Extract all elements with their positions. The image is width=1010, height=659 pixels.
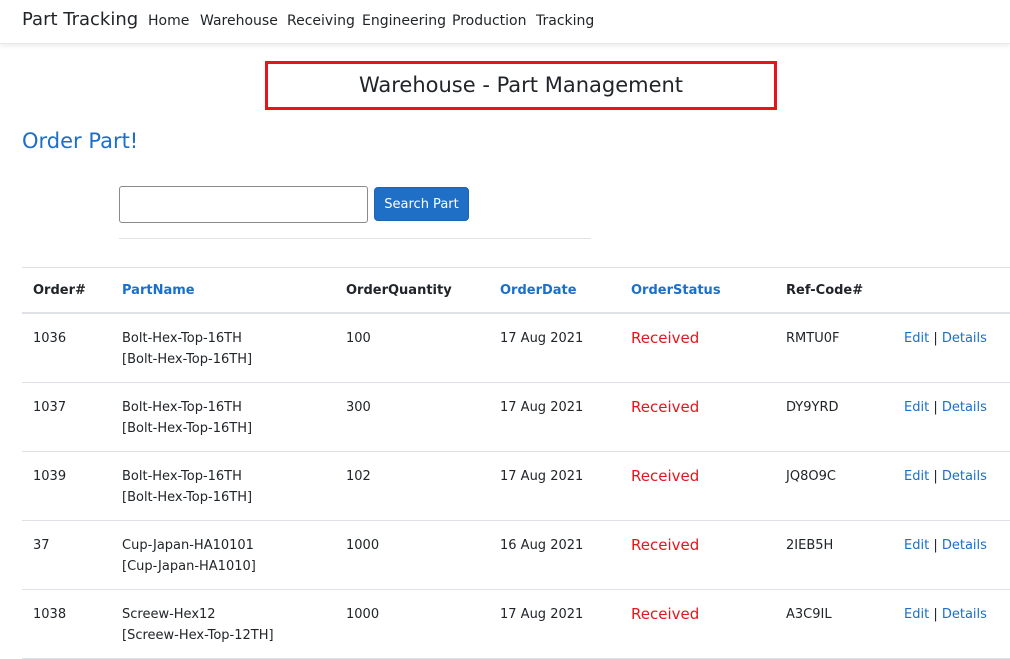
cell-order-date: 17 Aug 2021 <box>489 451 620 521</box>
details-link[interactable]: Details <box>942 331 987 346</box>
part-name-text: Bolt-Hex-Top-16TH <box>122 400 242 415</box>
part-name-text: Bolt-Hex-Top-16TH <box>122 469 242 484</box>
action-separator: | <box>933 607 938 622</box>
order-part-link[interactable]: Order Part! <box>22 129 138 153</box>
part-name-text: Bolt-Hex-Top-16TH <box>122 331 242 346</box>
header-orderdate-sort[interactable]: OrderDate <box>489 267 620 314</box>
header-order-number: Order# <box>22 267 111 314</box>
header-actions <box>893 267 1010 314</box>
action-separator: | <box>933 469 938 484</box>
cell-part-name: Bolt-Hex-Top-16TH [Bolt-Hex-Top-16TH] <box>111 382 335 452</box>
part-code-text: [Bolt-Hex-Top-16TH] <box>122 490 253 505</box>
search-input[interactable] <box>119 186 368 223</box>
cell-quantity: 100 <box>335 313 489 383</box>
action-separator: | <box>933 538 938 553</box>
cell-part-name: Bolt-Hex-Top-16TH [Bolt-Hex-Top-16TH] <box>111 313 335 383</box>
nav-tracking[interactable]: Tracking <box>536 13 594 29</box>
table-row: 37 Cup-Japan-HA10101 [Cup-Japan-HA1010] 1… <box>22 520 1010 590</box>
cell-quantity: 102 <box>335 451 489 521</box>
orders-table-container: Order# PartName OrderQuantity OrderDate … <box>22 267 1010 659</box>
cell-order-date: 17 Aug 2021 <box>489 313 620 383</box>
cell-status: Received <box>620 451 775 521</box>
cell-order-number: 1037 <box>22 382 111 452</box>
details-link[interactable]: Details <box>942 538 987 553</box>
cell-ref-code: A3C9IL <box>775 589 893 659</box>
cell-ref-code: 2IEB5H <box>775 520 893 590</box>
action-separator: | <box>933 400 938 415</box>
search-divider <box>119 238 591 239</box>
details-link[interactable]: Details <box>942 400 987 415</box>
table-row: 1036 Bolt-Hex-Top-16TH [Bolt-Hex-Top-16TH… <box>22 313 1010 383</box>
orders-table: Order# PartName OrderQuantity OrderDate … <box>22 267 1010 659</box>
nav-engineering[interactable]: Engineering <box>362 13 446 29</box>
table-header-row: Order# PartName OrderQuantity OrderDate … <box>22 267 1010 314</box>
cell-actions: Edit | Details <box>893 382 1010 452</box>
cell-order-number: 1039 <box>22 451 111 521</box>
cell-ref-code: RMTU0F <box>775 313 893 383</box>
brand-link[interactable]: Part Tracking <box>22 9 138 30</box>
table-row: 1038 Screew-Hex12 [Screew-Hex-Top-12TH] 1… <box>22 589 1010 659</box>
cell-part-name: Bolt-Hex-Top-16TH [Bolt-Hex-Top-16TH] <box>111 451 335 521</box>
header-ref-code: Ref-Code# <box>775 267 893 314</box>
cell-order-number: 1038 <box>22 589 111 659</box>
nav-home[interactable]: Home <box>148 13 189 29</box>
cell-actions: Edit | Details <box>893 589 1010 659</box>
cell-order-number: 1036 <box>22 313 111 383</box>
top-navbar: Part Tracking Home Warehouse Receiving E… <box>0 0 1010 44</box>
cell-status: Received <box>620 313 775 383</box>
cell-actions: Edit | Details <box>893 451 1010 521</box>
part-name-text: Screew-Hex12 <box>122 607 216 622</box>
search-part-button[interactable]: Search Part <box>374 187 469 221</box>
cell-quantity: 300 <box>335 382 489 452</box>
cell-status: Received <box>620 520 775 590</box>
cell-actions: Edit | Details <box>893 313 1010 383</box>
edit-link[interactable]: Edit <box>904 538 929 553</box>
nav-receiving[interactable]: Receiving <box>287 13 355 29</box>
cell-ref-code: JQ8O9C <box>775 451 893 521</box>
edit-link[interactable]: Edit <box>904 469 929 484</box>
cell-quantity: 1000 <box>335 589 489 659</box>
table-row: 1037 Bolt-Hex-Top-16TH [Bolt-Hex-Top-16TH… <box>22 382 1010 452</box>
cell-part-name: Screew-Hex12 [Screew-Hex-Top-12TH] <box>111 589 335 659</box>
cell-order-number: 37 <box>22 520 111 590</box>
table-row: 1039 Bolt-Hex-Top-16TH [Bolt-Hex-Top-16TH… <box>22 451 1010 521</box>
header-orderstatus-sort[interactable]: OrderStatus <box>620 267 775 314</box>
cell-order-date: 17 Aug 2021 <box>489 589 620 659</box>
cell-order-date: 16 Aug 2021 <box>489 520 620 590</box>
part-code-text: [Screew-Hex-Top-12TH] <box>122 628 274 643</box>
cell-ref-code: DY9YRD <box>775 382 893 452</box>
cell-status: Received <box>620 589 775 659</box>
edit-link[interactable]: Edit <box>904 331 929 346</box>
cell-status: Received <box>620 382 775 452</box>
cell-actions: Edit | Details <box>893 520 1010 590</box>
cell-order-date: 17 Aug 2021 <box>489 382 620 452</box>
action-separator: | <box>933 331 938 346</box>
part-code-text: [Cup-Japan-HA1010] <box>122 559 256 574</box>
details-link[interactable]: Details <box>942 469 987 484</box>
details-link[interactable]: Details <box>942 607 987 622</box>
page-title: Warehouse - Part Management <box>265 61 777 110</box>
part-code-text: [Bolt-Hex-Top-16TH] <box>122 421 253 436</box>
part-code-text: [Bolt-Hex-Top-16TH] <box>122 352 253 367</box>
cell-quantity: 1000 <box>335 520 489 590</box>
cell-part-name: Cup-Japan-HA10101 [Cup-Japan-HA1010] <box>111 520 335 590</box>
nav-production[interactable]: Production <box>452 13 526 29</box>
edit-link[interactable]: Edit <box>904 607 929 622</box>
header-partname-sort[interactable]: PartName <box>111 267 335 314</box>
edit-link[interactable]: Edit <box>904 400 929 415</box>
nav-warehouse[interactable]: Warehouse <box>200 13 278 29</box>
part-name-text: Cup-Japan-HA10101 <box>122 538 254 553</box>
header-order-quantity: OrderQuantity <box>335 267 489 314</box>
